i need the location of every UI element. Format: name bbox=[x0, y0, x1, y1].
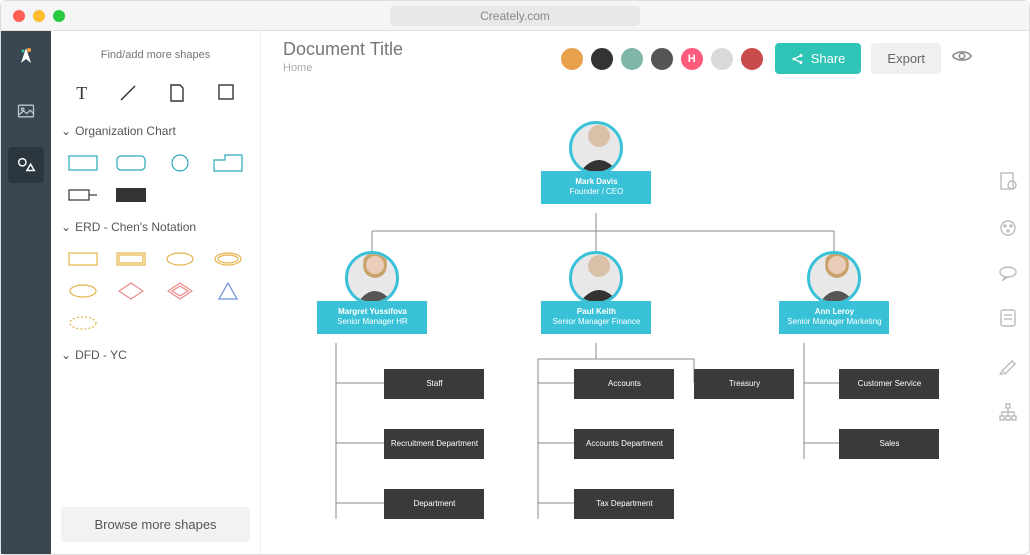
page-tool-icon[interactable] bbox=[168, 83, 186, 108]
collaborator-avatar[interactable] bbox=[709, 46, 735, 72]
left-icon-rail bbox=[1, 31, 51, 554]
shape-filled[interactable] bbox=[111, 184, 151, 206]
shape-circle[interactable] bbox=[160, 152, 200, 174]
document-title[interactable]: Document Title bbox=[283, 39, 403, 60]
node-tax[interactable]: Tax Department bbox=[574, 489, 674, 519]
erd-weak[interactable] bbox=[111, 248, 151, 270]
logo-icon[interactable] bbox=[8, 39, 44, 75]
org-chart: Mark DavisFounder / CEO Margret Yussifov… bbox=[274, 121, 944, 541]
minimize-window-icon[interactable] bbox=[33, 10, 45, 22]
node-sales[interactable]: Sales bbox=[839, 429, 939, 459]
erd-attr[interactable] bbox=[160, 248, 200, 270]
avatar-mgr-hr bbox=[345, 251, 399, 305]
text-tool-icon[interactable]: T bbox=[76, 83, 87, 108]
export-button[interactable]: Export bbox=[871, 43, 941, 74]
erd-shapes bbox=[61, 244, 250, 338]
image-tool-icon[interactable] bbox=[8, 93, 44, 129]
shape-rect[interactable] bbox=[63, 152, 103, 174]
node-staff[interactable]: Staff bbox=[384, 369, 484, 399]
shape-process[interactable] bbox=[63, 184, 103, 206]
line-tool-icon[interactable] bbox=[118, 83, 138, 108]
collaborator-avatar[interactable] bbox=[739, 46, 765, 72]
node-mgr-hr[interactable]: Margret YussifovaSenior Manager HR bbox=[317, 251, 427, 334]
shape-tab[interactable] bbox=[208, 152, 248, 174]
avatar-mgr-marketing bbox=[807, 251, 861, 305]
erd-rel2[interactable] bbox=[160, 280, 200, 302]
browse-shapes-button[interactable]: Browse more shapes bbox=[61, 507, 250, 542]
theme-icon[interactable] bbox=[998, 218, 1018, 243]
erd-multi[interactable] bbox=[208, 248, 248, 270]
org-chart-shapes bbox=[61, 148, 250, 210]
right-tool-rail bbox=[987, 31, 1029, 554]
collaborator-avatars[interactable]: H bbox=[559, 46, 765, 72]
section-dfd[interactable]: DFD - YC bbox=[61, 348, 250, 362]
preview-icon[interactable] bbox=[951, 45, 973, 72]
notes-icon[interactable] bbox=[999, 308, 1017, 333]
erd-ellipse2[interactable] bbox=[63, 280, 103, 302]
breadcrumb[interactable]: Home bbox=[283, 62, 403, 74]
sitemap-icon[interactable] bbox=[998, 402, 1018, 427]
erd-dashed[interactable] bbox=[63, 312, 103, 334]
node-department[interactable]: Department bbox=[384, 489, 484, 519]
collaborator-avatar[interactable] bbox=[619, 46, 645, 72]
comment-icon[interactable] bbox=[998, 265, 1018, 286]
collaborator-avatar[interactable]: H bbox=[679, 46, 705, 72]
maximize-window-icon[interactable] bbox=[53, 10, 65, 22]
canvas[interactable]: Document Title Home H Share Export bbox=[261, 31, 987, 554]
collaborator-avatar[interactable] bbox=[589, 46, 615, 72]
rect-tool-icon[interactable] bbox=[217, 83, 235, 108]
basic-tool-row: T bbox=[61, 77, 250, 114]
page-settings-icon[interactable] bbox=[998, 171, 1018, 196]
avatar-mgr-finance bbox=[569, 251, 623, 305]
document-header: Document Title Home bbox=[283, 39, 403, 74]
draw-icon[interactable] bbox=[998, 355, 1018, 380]
section-org-chart[interactable]: Organization Chart bbox=[61, 124, 250, 138]
node-accounts[interactable]: Accounts bbox=[574, 369, 674, 399]
share-button[interactable]: Share bbox=[775, 43, 862, 74]
section-erd[interactable]: ERD - Chen's Notation bbox=[61, 220, 250, 234]
shapes-tool-icon[interactable] bbox=[8, 147, 44, 183]
node-mgr-marketing[interactable]: Ann LeroySenior Manager Marketing bbox=[779, 251, 889, 334]
erd-entity[interactable] bbox=[63, 248, 103, 270]
address-bar: Creately.com bbox=[390, 6, 640, 26]
node-ceo[interactable]: Mark DavisFounder / CEO bbox=[541, 121, 651, 204]
shapes-search-input[interactable] bbox=[61, 43, 250, 67]
collaborator-avatar[interactable] bbox=[649, 46, 675, 72]
close-window-icon[interactable] bbox=[13, 10, 25, 22]
avatar-ceo bbox=[569, 121, 623, 175]
node-accounts-dept[interactable]: Accounts Department bbox=[574, 429, 674, 459]
node-treasury[interactable]: Treasury bbox=[694, 369, 794, 399]
window-titlebar: Creately.com bbox=[1, 1, 1029, 31]
shapes-sidebar: T Organization Chart ERD - Chen's Notati… bbox=[51, 31, 261, 554]
node-recruitment[interactable]: Recruitment Department bbox=[384, 429, 484, 459]
share-icon bbox=[791, 52, 805, 66]
node-customer[interactable]: Customer Service bbox=[839, 369, 939, 399]
collaborator-avatar[interactable] bbox=[559, 46, 585, 72]
shape-roundrect[interactable] bbox=[111, 152, 151, 174]
node-mgr-finance[interactable]: Paul KeithSenior Manager Finance bbox=[541, 251, 651, 334]
erd-tri[interactable] bbox=[208, 280, 248, 302]
erd-rel[interactable] bbox=[111, 280, 151, 302]
